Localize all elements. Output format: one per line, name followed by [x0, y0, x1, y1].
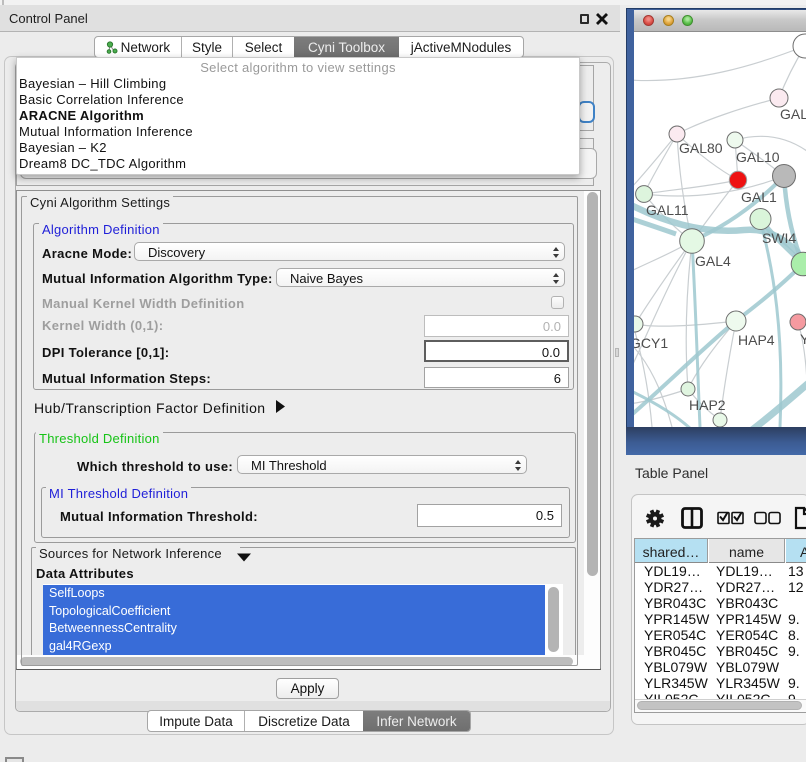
svg-text:GAL80: GAL80	[679, 140, 723, 156]
svg-text:HAP2: HAP2	[689, 397, 726, 413]
svg-text:GAL1: GAL1	[741, 189, 777, 205]
svg-text:GAL4: GAL4	[695, 253, 731, 269]
svg-text:GAL11: GAL11	[646, 202, 689, 218]
svg-text:GAL10: GAL10	[736, 149, 780, 165]
svg-text:SWI4: SWI4	[762, 230, 796, 246]
svg-text:GCY1: GCY1	[634, 335, 668, 351]
svg-text:GAL2: GAL2	[780, 106, 806, 122]
svg-text:Y: Y	[800, 331, 806, 347]
svg-text:HAP4: HAP4	[738, 332, 775, 348]
